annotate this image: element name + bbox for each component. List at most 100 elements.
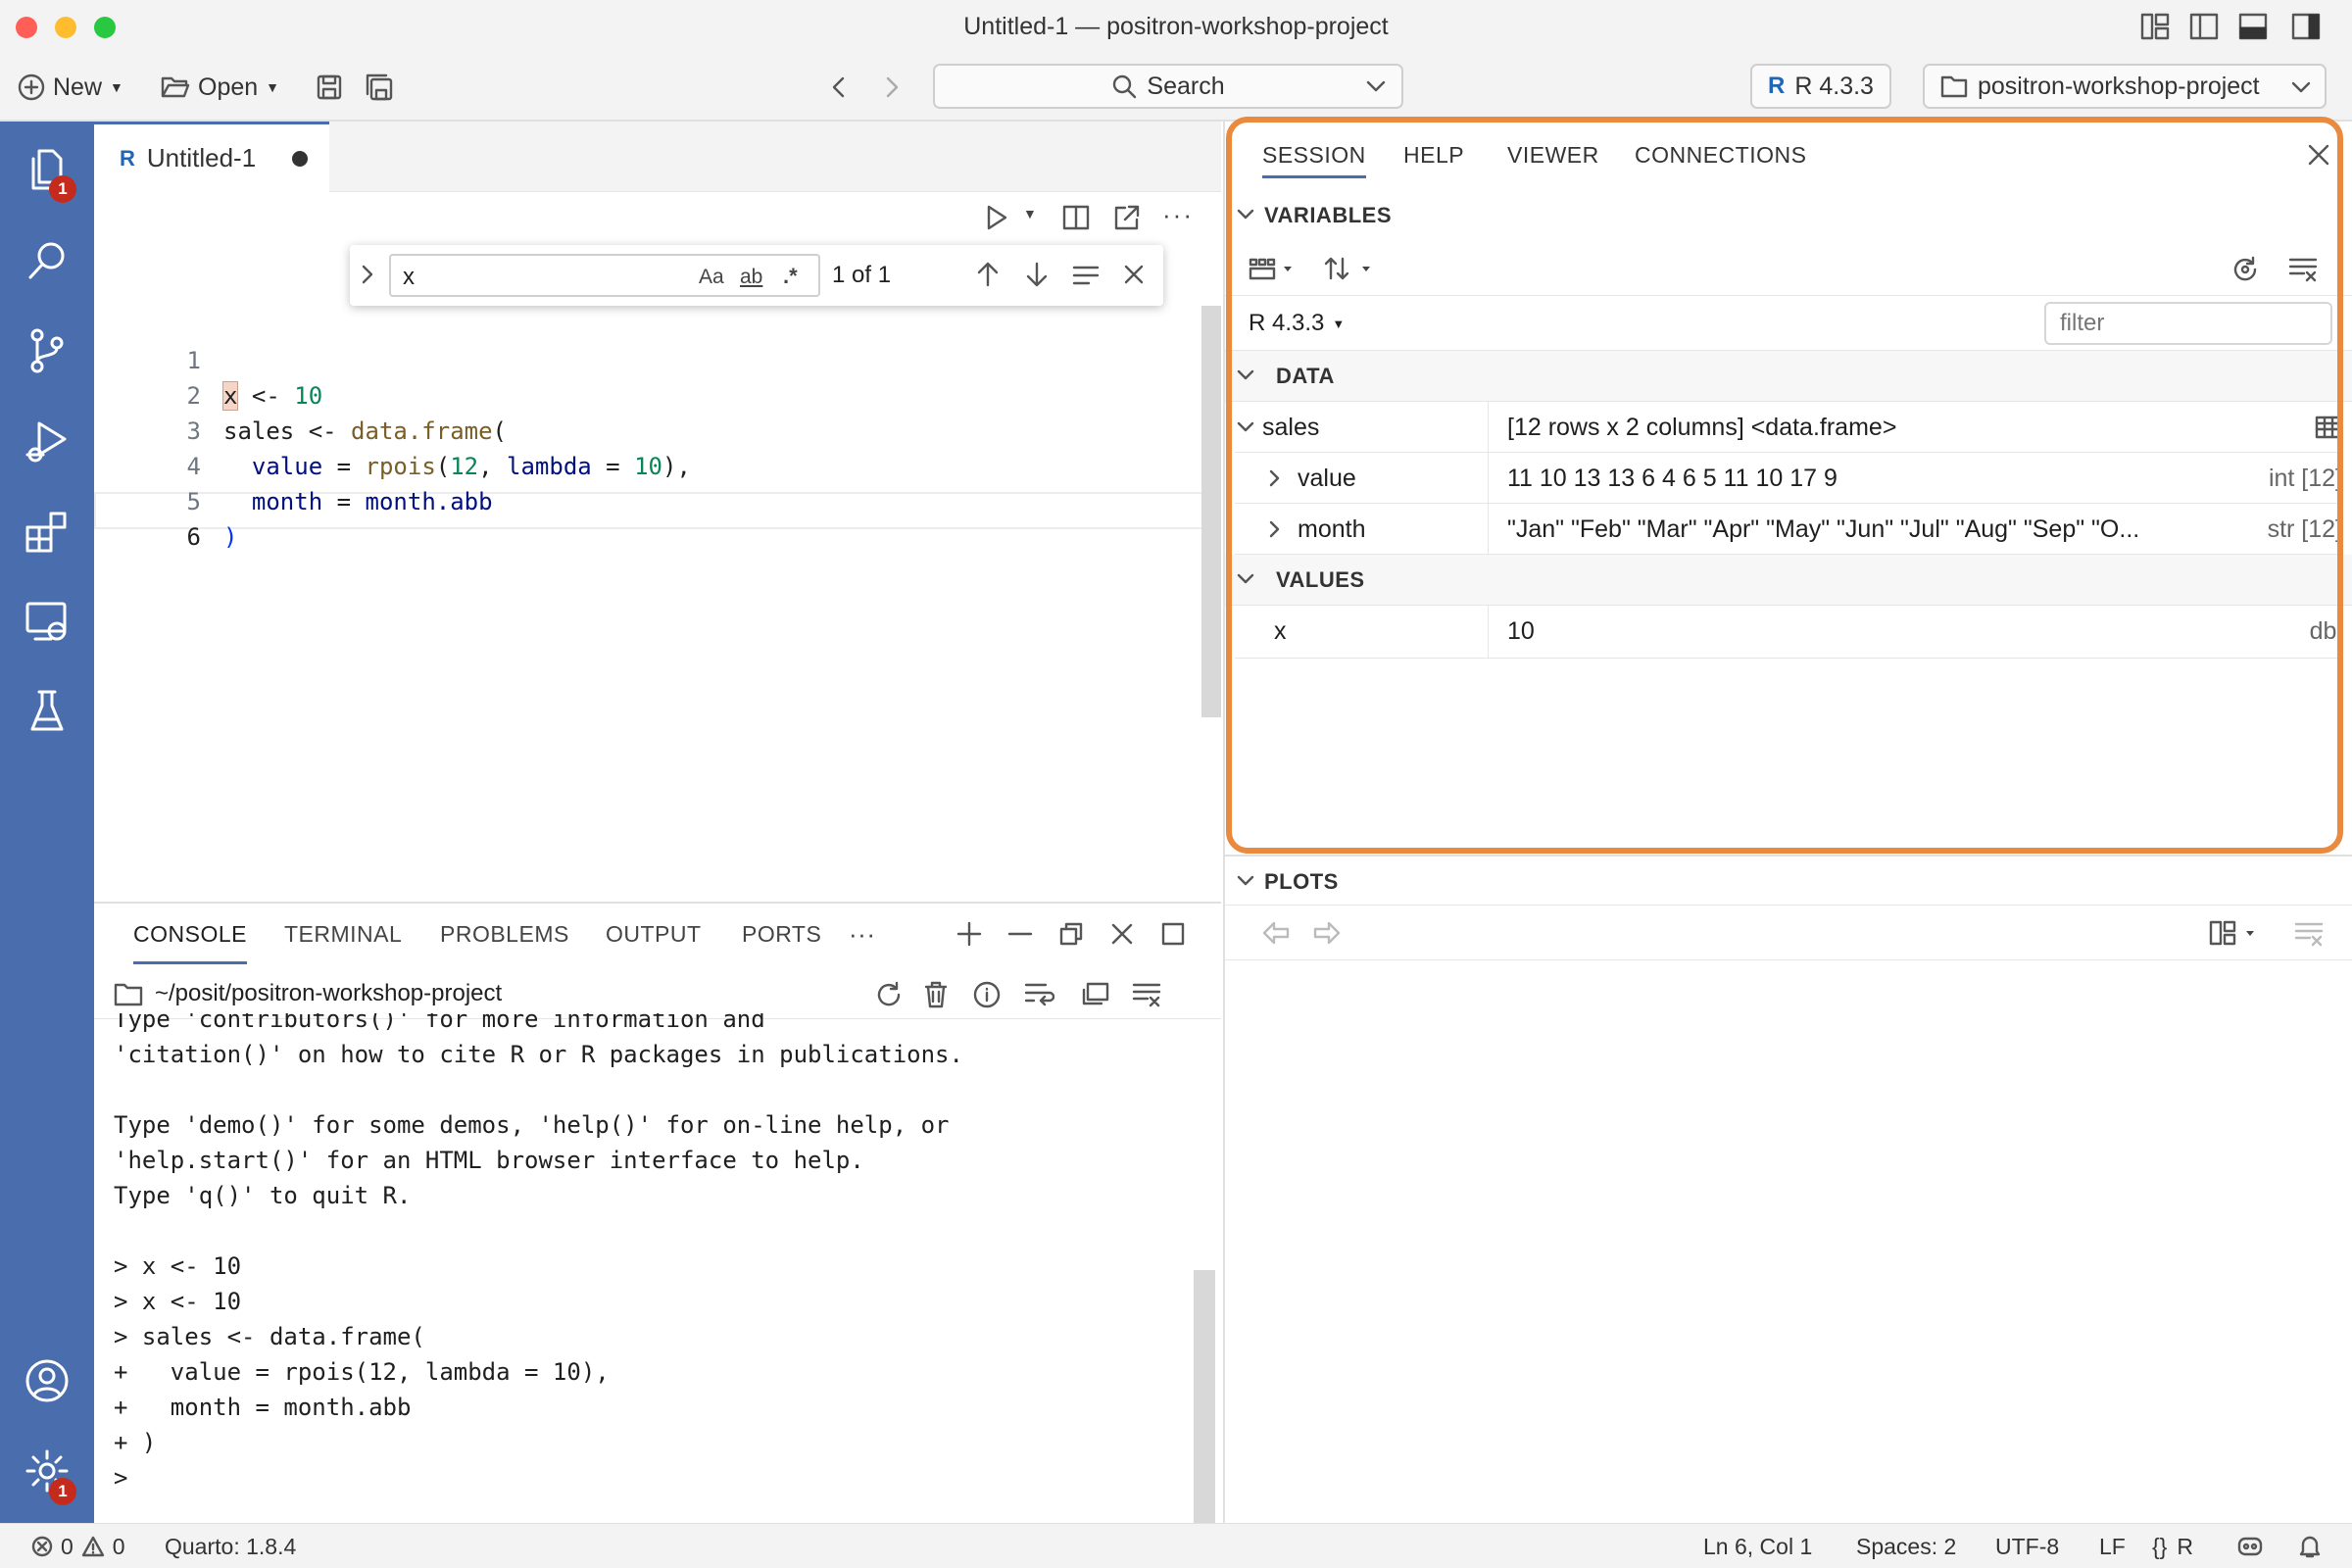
layout-icon — [2209, 920, 2254, 946]
variable-row-x[interactable]: x 10 dbl — [1235, 606, 2342, 659]
r-file-icon: R — [120, 145, 135, 171]
chevron-right-icon[interactable] — [1268, 504, 1282, 538]
values-group-header[interactable]: VALUES — [1225, 555, 2352, 606]
save-all-button[interactable] — [365, 53, 394, 122]
match-whole-word-icon[interactable]: ab — [740, 266, 762, 289]
file-encoding[interactable]: UTF-8 — [1995, 1524, 2059, 1568]
end-of-line[interactable]: LF — [2099, 1524, 2126, 1568]
extensions-activity[interactable] — [0, 487, 94, 575]
cursor-position[interactable]: Ln 6, Col 1 — [1703, 1524, 1812, 1568]
variable-row-value[interactable]: value 11 10 13 13 6 4 6 5 11 10 17 9 int… — [1235, 453, 2342, 504]
plot-layout-button[interactable] — [2209, 919, 2264, 947]
previous-match-button[interactable] — [975, 261, 1001, 288]
customize-layout-icon[interactable] — [2140, 13, 2170, 40]
restart-console-button[interactable] — [874, 980, 904, 1009]
manage-activity[interactable]: 1 — [0, 1427, 94, 1515]
remote-explorer-activity[interactable] — [0, 577, 94, 665]
toggle-replace-button[interactable] — [360, 263, 375, 286]
close-session-pane-button[interactable] — [2307, 143, 2330, 167]
word-wrap-button[interactable] — [1023, 980, 1054, 1009]
next-match-button[interactable] — [1024, 261, 1050, 288]
testing-activity[interactable] — [0, 667, 94, 756]
tab-output[interactable]: OUTPUT — [606, 904, 702, 964]
new-console-button[interactable] — [956, 921, 982, 947]
plots-section-header[interactable]: PLOTS — [1225, 855, 2352, 906]
editor-scrollbar[interactable] — [1201, 306, 1221, 717]
view-data-table-icon[interactable] — [2315, 416, 2342, 439]
clear-plots-button[interactable] — [2293, 919, 2325, 949]
interpreter-label: R 4.3.3 — [1794, 72, 1874, 100]
tab-terminal[interactable]: TERMINAL — [284, 904, 402, 964]
tab-untitled-1[interactable]: R Untitled-1 — [94, 122, 329, 192]
quarto-version[interactable]: Quarto: 1.8.4 — [165, 1524, 296, 1568]
tab-problems[interactable]: PROBLEMS — [440, 904, 569, 964]
forward-button[interactable] — [882, 53, 902, 122]
chevron-down-icon[interactable] — [1237, 402, 1254, 434]
session-interpreter-picker[interactable]: R 4.3.3 ▼ — [1249, 310, 1345, 337]
back-button[interactable] — [829, 53, 849, 122]
use-regex-icon[interactable]: .* — [783, 264, 798, 289]
tab-session[interactable]: SESSION — [1262, 122, 1366, 178]
new-button[interactable]: New ▼ — [18, 53, 123, 122]
sort-button[interactable] — [1323, 255, 1378, 284]
project-picker[interactable]: positron-workshop-project — [1923, 64, 2327, 109]
command-center-search[interactable]: Search — [933, 64, 1403, 109]
search-activity[interactable] — [0, 217, 94, 305]
grouping-button[interactable] — [1249, 257, 1294, 282]
chevron-right-icon — [362, 265, 373, 284]
close-find-button[interactable] — [1122, 263, 1146, 286]
console-layout-button[interactable] — [1080, 980, 1111, 1009]
run-button[interactable] — [984, 204, 1009, 231]
accounts-activity[interactable] — [0, 1337, 94, 1425]
explorer-activity[interactable]: 1 — [0, 126, 94, 215]
panel-more-icon[interactable]: ··· — [849, 904, 875, 964]
variable-row-sales[interactable]: sales [12 rows x 2 columns] <data.frame> — [1235, 402, 2342, 453]
data-group-header[interactable]: DATA — [1225, 351, 2352, 402]
run-menu-chevron-icon[interactable]: ▼ — [1023, 206, 1037, 221]
toggle-secondary-sidebar-icon[interactable] — [2291, 13, 2321, 40]
problems-status[interactable]: 0 0 — [31, 1524, 125, 1568]
tab-ports[interactable]: PORTS — [742, 904, 821, 964]
clear-output-button[interactable] — [1131, 980, 1162, 1009]
source-control-activity[interactable] — [0, 307, 94, 395]
chevron-right-icon[interactable] — [1268, 453, 1282, 487]
next-plot-button[interactable] — [1311, 919, 1343, 947]
previous-plot-button[interactable] — [1260, 919, 1292, 947]
restore-panel-button[interactable] — [1058, 921, 1084, 947]
open-button[interactable]: Open ▼ — [161, 53, 279, 122]
save-button[interactable] — [316, 53, 343, 122]
more-actions-icon[interactable]: ··· — [1162, 200, 1194, 230]
variables-section-header[interactable]: VARIABLES — [1225, 190, 2352, 241]
indentation[interactable]: Spaces: 2 — [1856, 1524, 1956, 1568]
variables-filter-input[interactable] — [2044, 302, 2332, 345]
maximize-panel-button[interactable] — [1160, 921, 1186, 947]
minimize-panel-button[interactable] — [1007, 921, 1033, 947]
open-in-new-window-button[interactable] — [1113, 204, 1141, 231]
close-panel-button[interactable] — [1109, 921, 1135, 947]
tab-connections[interactable]: CONNECTIONS — [1635, 122, 1806, 188]
find-input[interactable]: x Aa ab .* — [389, 254, 820, 297]
notifications-button[interactable] — [2297, 1534, 2323, 1559]
toggle-panel-icon[interactable] — [2238, 13, 2268, 40]
tab-viewer[interactable]: VIEWER — [1507, 122, 1599, 188]
unsaved-dot-icon[interactable] — [292, 151, 308, 167]
clear-console-button[interactable] — [923, 980, 949, 1009]
folder-icon — [114, 982, 143, 1007]
split-editor-button[interactable] — [1062, 204, 1090, 231]
find-in-selection-button[interactable] — [1071, 263, 1101, 288]
variable-row-month[interactable]: month "Jan" "Feb" "Mar" "Apr" "May" "Jun… — [1235, 504, 2342, 555]
beaker-icon — [30, 690, 64, 731]
copilot-status[interactable] — [2236, 1534, 2264, 1559]
console-scrollbar[interactable] — [1194, 1270, 1215, 1523]
refresh-variables-button[interactable] — [2230, 255, 2260, 284]
run-debug-activity[interactable] — [0, 397, 94, 485]
language-mode[interactable]: {} R — [2152, 1524, 2193, 1568]
match-case-icon[interactable]: Aa — [699, 266, 724, 289]
variable-value: 11 10 13 13 6 4 6 5 11 10 17 9 — [1507, 465, 1838, 492]
interpreter-picker[interactable]: R R 4.3.3 — [1750, 64, 1891, 109]
tab-console[interactable]: CONSOLE — [133, 904, 247, 964]
tab-help[interactable]: HELP — [1403, 122, 1464, 188]
console-info-button[interactable] — [972, 980, 1002, 1009]
toggle-primary-sidebar-icon[interactable] — [2189, 13, 2219, 40]
clear-variables-button[interactable] — [2287, 255, 2319, 284]
